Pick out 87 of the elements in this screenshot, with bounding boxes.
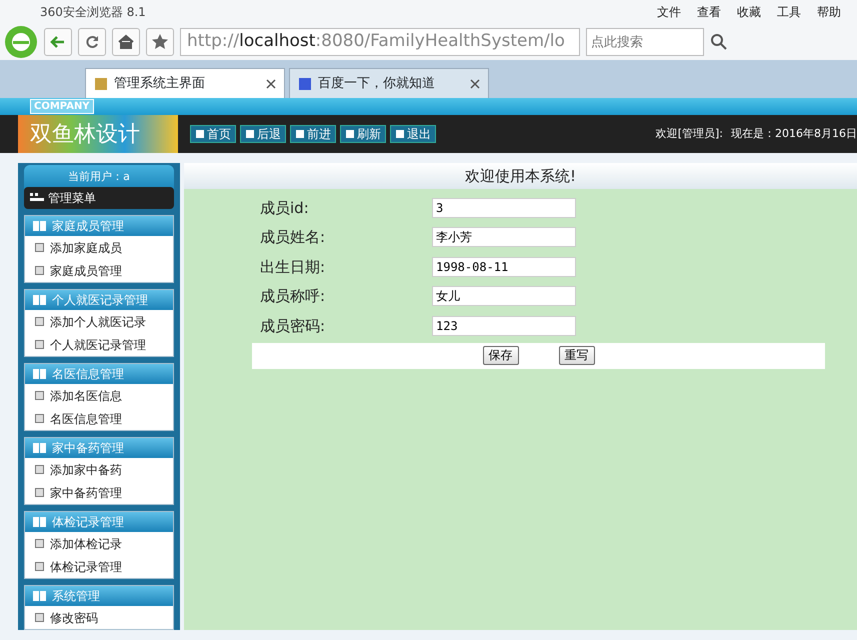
company-label: COMPANY xyxy=(30,99,94,114)
menu-item[interactable]: 个人就医记录管理 xyxy=(25,333,173,356)
nav-button[interactable]: 前进 xyxy=(290,125,336,143)
page-icon xyxy=(94,76,108,90)
search-field[interactable]: 点此搜索 xyxy=(586,28,704,56)
home-button[interactable] xyxy=(112,28,140,56)
page-icon xyxy=(35,266,44,275)
book-icon xyxy=(33,517,46,527)
input-field[interactable]: 3 xyxy=(432,198,576,218)
date-text: 现在是：2016年8月16日 xyxy=(731,126,857,142)
page-icon xyxy=(35,465,44,474)
nav-button[interactable]: 首页 xyxy=(190,125,236,143)
grid-icon xyxy=(30,193,44,203)
square-icon xyxy=(345,129,355,139)
book-icon xyxy=(33,591,46,601)
welcome-text: 欢迎[管理员]: xyxy=(656,126,723,142)
menu-title: 管理菜单 xyxy=(48,190,96,207)
nav-button[interactable]: 后退 xyxy=(240,125,286,143)
square-icon xyxy=(245,129,255,139)
page-icon xyxy=(35,243,44,252)
menu-item[interactable]: 修改密码 xyxy=(25,606,173,629)
menu-group-title: 体检记录管理 xyxy=(52,514,124,531)
refresh-button[interactable] xyxy=(78,28,106,56)
address-field[interactable]: http://localhost:8080/FamilyHealthSystem/lo xyxy=(180,28,580,56)
page-icon xyxy=(35,613,44,622)
square-icon xyxy=(295,129,305,139)
book-icon xyxy=(33,295,46,305)
field-label: 出生日期: xyxy=(259,256,326,278)
menu-item[interactable]: 家中备药管理 xyxy=(25,481,173,504)
book-icon xyxy=(33,443,46,453)
menu-group-title: 个人就医记录管理 xyxy=(52,292,148,309)
form-button[interactable]: 保存 xyxy=(482,346,518,365)
book-icon xyxy=(33,369,46,379)
page-icon xyxy=(35,340,44,349)
menu-item[interactable]: 体检记录管理 xyxy=(25,555,173,578)
current-user: 当前用户：a xyxy=(24,165,174,189)
star-icon xyxy=(150,32,170,52)
search-icon xyxy=(710,33,728,51)
menu-group-title: 名医信息管理 xyxy=(52,366,124,383)
tab-title: 管理系统主界面 xyxy=(114,74,206,93)
nav-button[interactable]: 刷新 xyxy=(340,125,386,143)
menu-item[interactable]: 工具 xyxy=(777,3,801,21)
menu-group-title: 系统管理 xyxy=(52,588,100,605)
menu-item[interactable]: 添加家中备药 xyxy=(25,458,173,481)
page-icon xyxy=(35,539,44,548)
close-icon xyxy=(470,78,480,88)
form-button[interactable]: 重写 xyxy=(558,346,594,365)
field-label: 成员id: xyxy=(259,198,310,218)
menu-item[interactable]: 添加体检记录 xyxy=(25,532,173,555)
menu-group-title: 家中备药管理 xyxy=(52,440,124,457)
input-field[interactable]: 李小芳 xyxy=(432,227,576,248)
page-icon xyxy=(35,317,44,326)
browser-tab[interactable]: 管理系统主界面 xyxy=(85,68,285,98)
menu-item[interactable]: 添加名医信息 xyxy=(25,384,173,407)
home-icon xyxy=(116,32,136,52)
page-icon xyxy=(35,562,44,571)
close-icon xyxy=(266,78,276,88)
field-label: 成员姓名: xyxy=(259,227,326,248)
star-button[interactable] xyxy=(146,28,174,56)
square-icon xyxy=(195,129,205,139)
input-field[interactable]: 123 xyxy=(432,316,576,336)
menu-item[interactable]: 添加家庭成员 xyxy=(25,236,173,259)
tab-title: 百度一下，你就知道 xyxy=(318,74,436,93)
book-icon xyxy=(33,221,46,231)
page-icon xyxy=(35,488,44,497)
logo: 双鱼林设计 xyxy=(18,115,178,153)
page-icon xyxy=(298,76,312,90)
page-icon xyxy=(35,391,44,400)
menu-item[interactable]: 添加个人就医记录 xyxy=(25,310,173,333)
menu-item[interactable]: 帮助 xyxy=(817,3,841,21)
field-label: 成员称呼: xyxy=(259,286,326,307)
page-icon xyxy=(35,414,44,423)
menu-group-title: 家庭成员管理 xyxy=(52,218,124,235)
nav-button[interactable]: 退出 xyxy=(390,125,436,143)
menu-item[interactable]: 查看 xyxy=(697,3,721,21)
page-title: 欢迎使用本系统! xyxy=(184,163,857,189)
menu-item[interactable]: 家庭成员管理 xyxy=(25,259,173,282)
menu-item[interactable]: 收藏 xyxy=(737,3,761,21)
menu-item[interactable]: 名医信息管理 xyxy=(25,407,173,430)
back-button[interactable] xyxy=(44,28,72,56)
square-icon xyxy=(395,129,405,139)
menu-item[interactable]: 文件 xyxy=(657,3,681,21)
field-label: 成员密码: xyxy=(259,316,326,336)
browser-tab[interactable]: 百度一下，你就知道 xyxy=(289,68,489,98)
input-field[interactable]: 1998-08-11 xyxy=(432,256,576,277)
window-title: 360安全浏览器 8.1 xyxy=(40,4,146,21)
input-field[interactable]: 女儿 xyxy=(432,286,576,306)
